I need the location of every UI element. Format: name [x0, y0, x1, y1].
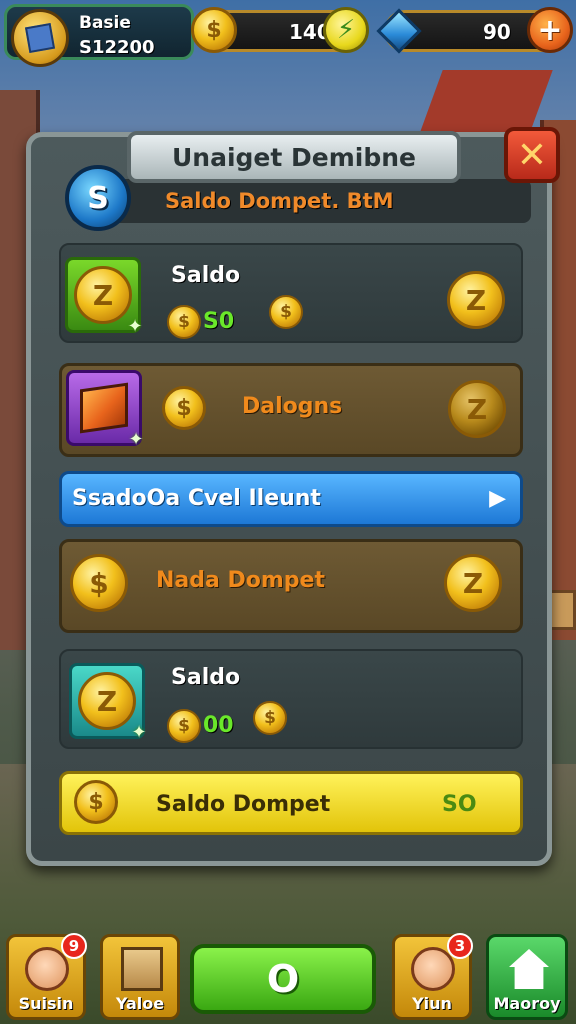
row-amount: 00: [203, 713, 234, 738]
nav-item-yiun[interactable]: 3 Yiun: [392, 933, 473, 1020]
sparkle-icon: ✦: [128, 429, 144, 450]
coin-icon: $: [253, 701, 287, 735]
player-balance: S12200: [79, 37, 155, 58]
coin-icon: $: [70, 554, 128, 612]
nav-label: Yaloe: [115, 994, 165, 1013]
row-label: Saldo: [171, 263, 241, 288]
play-button[interactable]: O: [190, 944, 376, 1014]
coin-icon: Z: [78, 672, 136, 730]
nav-label: Suisin: [18, 994, 74, 1013]
nav-label: Yiun: [412, 994, 452, 1013]
notification-badge: 9: [61, 933, 87, 959]
row-label: Dalogns: [242, 394, 343, 419]
bottom-nav: 9 Suisin Yaloe O 3 Yiun Maoroy: [0, 928, 576, 1024]
wallet-panel: Saldo Dompet. BtM S Unaiget Demibne ✕ Z …: [26, 127, 560, 866]
gem-count: 90: [483, 20, 511, 44]
row-label: Saldo: [171, 665, 241, 690]
row-label: Saldo Dompet: [156, 792, 331, 817]
coin-icon: $: [191, 7, 237, 53]
wallet-row-saldo[interactable]: Z ✦ Saldo $ S0 $ Z: [59, 243, 523, 343]
coin-icon: Z: [74, 266, 132, 324]
house-icon: [509, 949, 549, 989]
profile-cube-icon: [11, 9, 69, 67]
coin-slot-icon: Z ✦: [69, 663, 147, 743]
panel-header-strip: Saldo Dompet. BtM: [71, 179, 531, 223]
sparkle-icon: ✦: [127, 316, 143, 337]
coin-icon: Z: [444, 554, 502, 612]
coin-slot-icon: Z ✦: [65, 257, 143, 337]
row-amount: SO: [442, 792, 477, 817]
panel-title-plate: Unaiget Demibne: [127, 131, 461, 183]
character-icon: [25, 947, 69, 991]
coin-icon: $: [162, 386, 206, 430]
coin-icon: $: [269, 295, 303, 329]
panel-title: Unaiget Demibne: [171, 142, 417, 172]
close-button[interactable]: ✕: [504, 127, 560, 183]
nav-item-yaloe[interactable]: Yaloe: [100, 934, 180, 1020]
wallet-row-nada-dompet[interactable]: $ Nada Dompet Z: [59, 539, 523, 633]
coin-icon: Z: [448, 380, 506, 438]
currency-badge-icon: S: [65, 165, 131, 231]
gem-counter: 90 +: [376, 7, 573, 54]
coin-icon: $: [74, 780, 118, 824]
top-hud: Basie S12200 $ 140 ⚡ 90 +: [0, 0, 576, 67]
add-gems-button[interactable]: +: [527, 7, 573, 53]
chevron-right-icon: ▶: [489, 486, 506, 511]
player-name: Basie: [79, 13, 131, 33]
gem-icon: [376, 8, 422, 54]
wallet-row-dalogns[interactable]: ✦ $ Dalogns Z: [59, 363, 523, 457]
nav-item-home[interactable]: Maoroy: [486, 934, 568, 1020]
sparkle-icon: ✦: [131, 722, 147, 743]
gift-box-icon: ✦: [66, 370, 144, 450]
wallet-row-button[interactable]: SsadoOa Cvel Ileunt ▶: [59, 471, 523, 527]
coin-icon: $: [167, 305, 201, 339]
lightning-icon[interactable]: ⚡: [323, 7, 369, 53]
panel-subtitle: Saldo Dompet. BtM: [165, 189, 394, 213]
nav-label: Maoroy: [493, 994, 561, 1013]
crate-icon: [121, 947, 163, 991]
row-label: Nada Dompet: [156, 568, 325, 593]
character-icon: [411, 947, 455, 991]
nav-item-suisin[interactable]: 9 Suisin: [6, 933, 87, 1020]
player-profile[interactable]: Basie S12200: [4, 4, 194, 67]
row-label: SsadoOa Cvel Ileunt: [72, 486, 321, 511]
row-amount: S0: [203, 309, 235, 334]
coin-icon: $: [167, 709, 201, 743]
background-table: [548, 590, 576, 630]
coin-icon: Z: [447, 271, 505, 329]
wallet-row-saldo-2[interactable]: Z ✦ Saldo $ 00 $: [59, 649, 523, 749]
coin-counter: $ 140 ⚡: [191, 7, 369, 53]
notification-badge: 3: [447, 933, 473, 959]
wallet-row-saldo-dompet[interactable]: $ Saldo Dompet SO: [59, 771, 523, 835]
